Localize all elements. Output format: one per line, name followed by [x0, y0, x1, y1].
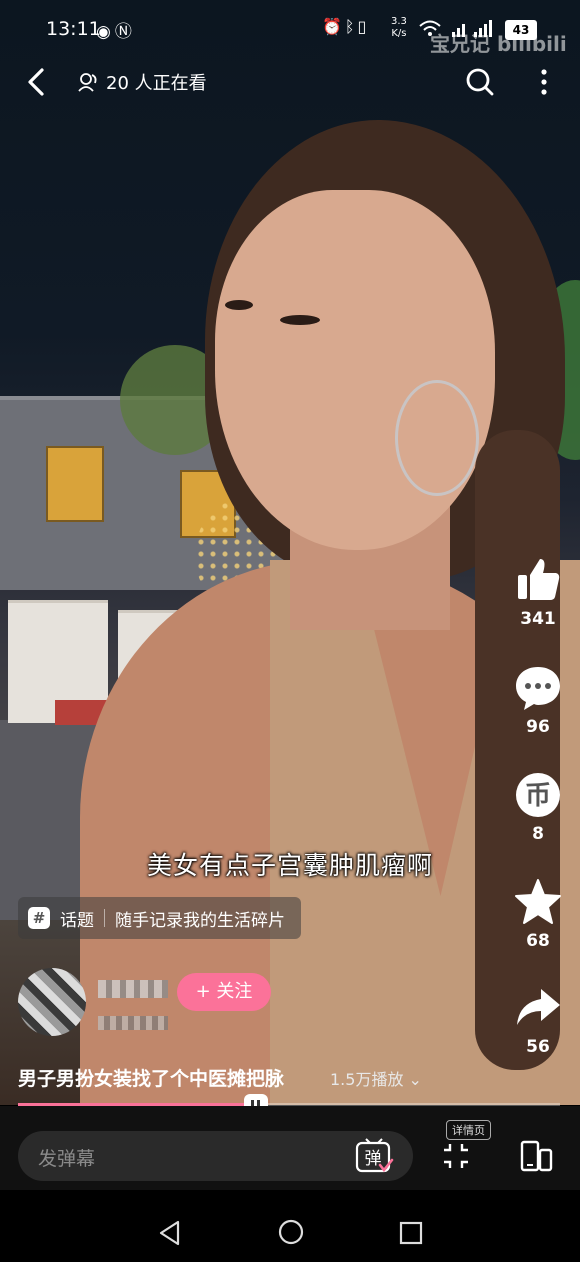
danmu-placeholder: 发弹幕: [38, 1148, 96, 1170]
exit-fullscreen-icon[interactable]: [440, 1140, 472, 1172]
comment-icon: [516, 667, 560, 710]
coin-count: 8: [532, 824, 544, 844]
status-right-icons: ⏰ᛒ▯: [322, 17, 369, 36]
video-title[interactable]: 男子男扮女装找了个中医摊把脉: [18, 1064, 284, 1091]
like-count: 341: [520, 609, 556, 629]
live-viewers: 20 人正在看: [78, 69, 207, 95]
coin-button[interactable]: 币 8: [508, 770, 568, 844]
author-name-blurred[interactable]: [98, 980, 168, 998]
bilibili-watermark: 宝兄记 bilibili: [430, 32, 567, 56]
person-eye: [280, 315, 320, 325]
follow-button[interactable]: + 关注: [177, 973, 271, 1011]
hashtag-icon: #: [28, 907, 50, 929]
network-speed-value: 3.3: [391, 16, 407, 27]
danmu-toggle-icon[interactable]: 弹: [354, 1137, 394, 1175]
eye-icon: ◉: [96, 22, 115, 42]
danmu-button-label: 弹: [365, 1149, 382, 1169]
status-left-icons: ◉Ⓝ: [96, 17, 136, 42]
status-time: 13:11: [46, 18, 101, 40]
person-face: [215, 190, 495, 550]
like-button[interactable]: 341: [508, 555, 568, 629]
person-braid: [475, 430, 560, 1070]
network-speed-unit: K/s: [391, 28, 407, 39]
nfc-icon: Ⓝ: [114, 22, 136, 42]
vibrate-icon: ▯: [357, 17, 370, 36]
lit-window: [46, 446, 104, 522]
screen-switch-icon[interactable]: [518, 1138, 554, 1174]
comment-button[interactable]: 96: [508, 663, 568, 737]
topic-name: 随手记录我的生活碎片: [115, 910, 285, 931]
play-count-text: 1.5万播放: [330, 1070, 404, 1089]
viewers-text: 20 人正在看: [106, 73, 207, 94]
people-icon: [78, 73, 97, 92]
bluetooth-icon: ᛒ: [344, 17, 358, 36]
nav-recents-icon[interactable]: [399, 1221, 423, 1245]
svg-text:币: 币: [525, 781, 551, 811]
share-icon: [517, 989, 560, 1025]
hoop-earring: [395, 380, 479, 496]
chevron-down-icon: ⌄: [403, 1070, 422, 1089]
network-speed: 3.3 K/s: [391, 16, 407, 40]
topic-chip[interactable]: # 话题 随手记录我的生活碎片: [18, 897, 301, 939]
thumb-up-icon: [518, 559, 560, 600]
nav-home-icon[interactable]: [278, 1219, 304, 1245]
author-info-blurred: [98, 1016, 168, 1030]
play-count[interactable]: 1.5万播放 ⌄: [330, 1066, 422, 1090]
topic-label: 话题: [60, 910, 94, 931]
share-count: 56: [526, 1037, 550, 1057]
avatar[interactable]: [18, 968, 86, 1036]
favorite-button[interactable]: 68: [508, 877, 568, 951]
more-vertical-icon[interactable]: [532, 64, 556, 100]
nav-back-icon[interactable]: [158, 1220, 182, 1246]
back-arrow-icon[interactable]: [22, 62, 58, 102]
comment-count: 96: [526, 717, 550, 737]
star-icon: [515, 879, 561, 924]
person-eye: [225, 300, 253, 310]
coin-icon: 币: [516, 773, 560, 817]
favorite-count: 68: [526, 931, 550, 951]
status-bar: 13:11 ◉Ⓝ ⏰ᛒ▯ 3.3 K/s 43 宝兄记 bilibili: [0, 0, 580, 60]
share-button[interactable]: 56: [508, 983, 568, 1057]
detail-page-tag[interactable]: 详情页: [446, 1120, 491, 1140]
video-player[interactable]: [0, 0, 580, 1105]
video-subtitle: 美女有点子宫囊肿肌瘤啊: [146, 851, 433, 880]
topic-divider: [104, 909, 105, 927]
alarm-icon: ⏰: [322, 17, 345, 36]
search-icon[interactable]: [462, 64, 498, 100]
